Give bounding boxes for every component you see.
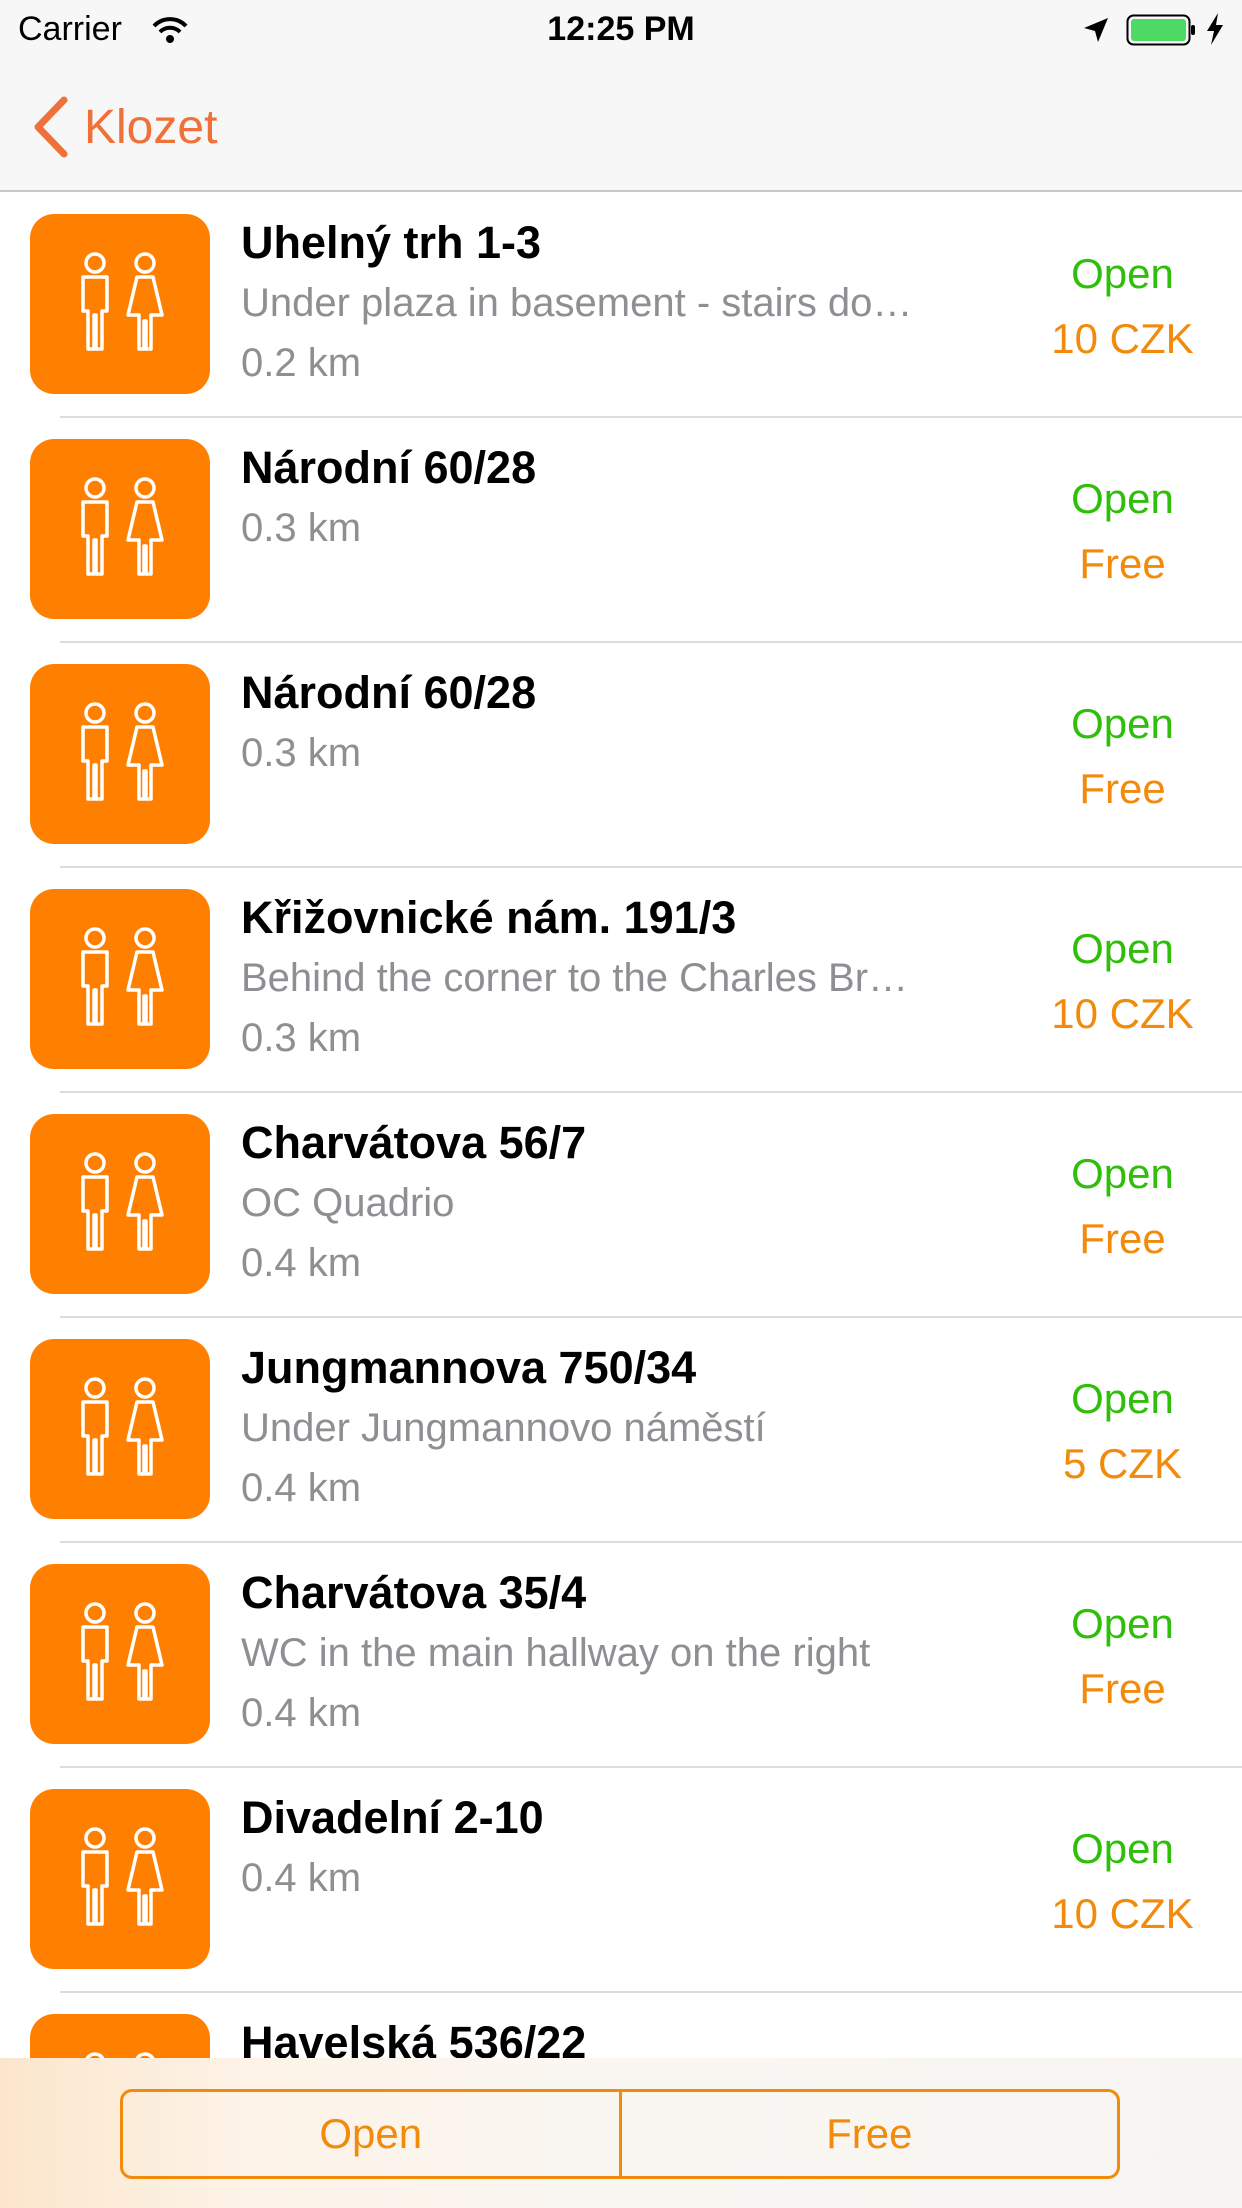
toilet-distance: 0.3 km xyxy=(241,1016,362,1060)
toilet-description: WC in the main hallway on the right xyxy=(241,1631,871,1675)
battery-icon xyxy=(1126,14,1195,46)
price-label: 5 CZK xyxy=(1062,1440,1183,1487)
open-status-label: Open xyxy=(1071,700,1174,747)
toilet-status: Open Free xyxy=(1020,1141,1225,1271)
open-status-label: Open xyxy=(1071,250,1174,297)
list-item[interactable]: Křižovnické nám. 191/3 Behind the corner … xyxy=(0,868,1242,1093)
filter-segmented-control: Open Free xyxy=(120,2089,1120,2179)
toilet-distance: 0.3 km xyxy=(241,506,362,550)
back-label: Klozet xyxy=(84,100,218,154)
list-item[interactable]: Charvátova 35/4 WC in the main hallway on… xyxy=(0,1543,1242,1768)
toilet-info: Jungmannova 750/34 Under Jungmannovo námě… xyxy=(241,1338,1011,1518)
price-label: 10 CZK xyxy=(1051,315,1194,362)
toilet-thumbnail xyxy=(30,1564,210,1744)
open-status-label: Open xyxy=(1071,1375,1174,1422)
toilet-info: Národní 60/28 0.3 km xyxy=(241,663,1011,783)
toilet-list: Uhelný trh 1-3 Under plaza in basement - … xyxy=(0,193,1242,2208)
toilet-status: Open Free xyxy=(1020,1591,1225,1721)
toilet-status: Open Free xyxy=(1020,691,1225,821)
toilet-address: Národní 60/28 xyxy=(241,442,537,493)
toilet-thumbnail xyxy=(30,664,210,844)
open-status-label: Open xyxy=(1071,1825,1174,1872)
restroom-icon xyxy=(81,1152,164,1251)
toilet-address: Charvátova 56/7 xyxy=(241,1117,587,1168)
toilet-address: Divadelní 2-10 xyxy=(241,1792,544,1843)
toilet-status: Open Free xyxy=(1020,466,1225,596)
toilet-info: Divadelní 2-10 0.4 km xyxy=(241,1788,1011,1908)
price-label: Free xyxy=(1079,540,1166,587)
open-status-label: Open xyxy=(1071,475,1174,522)
toilet-info: Charvátova 35/4 WC in the main hallway on… xyxy=(241,1563,1011,1743)
back-button[interactable]: Klozet xyxy=(30,92,217,162)
restroom-icon xyxy=(81,477,164,576)
list-item[interactable]: Charvátova 56/7 OC Quadrio 0.4 km Open Free xyxy=(0,1093,1242,1318)
open-status-label: Open xyxy=(1071,925,1174,972)
toilet-info: Charvátova 56/7 OC Quadrio 0.4 km xyxy=(241,1113,1011,1293)
filter-free-button[interactable]: Free xyxy=(618,2092,1118,2176)
toilet-description: Under Jungmannovo náměstí xyxy=(241,1406,766,1450)
price-label: Free xyxy=(1079,765,1166,812)
price-label: 10 CZK xyxy=(1051,990,1194,1037)
list-item[interactable]: Uhelný trh 1-3 Under plaza in basement - … xyxy=(0,193,1242,418)
toilet-status: Open 5 CZK xyxy=(1020,1366,1225,1496)
toilet-thumbnail xyxy=(30,214,210,394)
toilet-thumbnail xyxy=(30,1114,210,1294)
chevron-left-icon xyxy=(34,96,68,158)
restroom-icon xyxy=(81,927,164,1026)
bolt-icon xyxy=(1207,13,1223,45)
toilet-address: Křižovnické nám. 191/3 xyxy=(241,892,737,943)
toilet-description: Under plaza in basement - stairs do… xyxy=(241,281,913,325)
restroom-icon xyxy=(81,1827,164,1926)
toilet-address: Národní 60/28 xyxy=(241,667,537,718)
toilet-info: Národní 60/28 0.3 km xyxy=(241,438,1011,558)
filter-bar: Open Free xyxy=(0,2058,1242,2208)
toilet-status: Open 10 CZK xyxy=(1020,1816,1225,1946)
price-label: 10 CZK xyxy=(1051,1890,1194,1937)
toilet-thumbnail xyxy=(30,1789,210,1969)
restroom-icon xyxy=(81,702,164,801)
restroom-icon xyxy=(81,1377,164,1476)
toilet-status: Open 10 CZK xyxy=(1020,916,1225,1046)
toilet-distance: 0.3 km xyxy=(241,731,362,775)
toilet-description: Behind the corner to the Charles Br… xyxy=(241,956,909,1000)
list-item[interactable]: Národní 60/28 0.3 km Open Free xyxy=(0,418,1242,643)
toilet-address: Jungmannova 750/34 xyxy=(241,1342,697,1393)
open-status-label: Open xyxy=(1071,1150,1174,1197)
price-label: Free xyxy=(1079,1665,1166,1712)
restroom-icon xyxy=(81,1602,164,1701)
toilet-status: Open 10 CZK xyxy=(1020,241,1225,371)
navigation-bar: Klozet xyxy=(0,60,1242,192)
list-item[interactable]: Národní 60/28 0.3 km Open Free xyxy=(0,643,1242,868)
toilet-address: Uhelný trh 1-3 xyxy=(241,217,542,268)
toilet-thumbnail xyxy=(30,889,210,1069)
toilet-distance: 0.4 km xyxy=(241,1241,362,1285)
location-arrow-icon xyxy=(1084,18,1108,42)
toilet-thumbnail xyxy=(30,1339,210,1519)
toilet-address: Charvátova 35/4 xyxy=(241,1567,587,1618)
list-item[interactable]: Divadelní 2-10 0.4 km Open 10 CZK xyxy=(0,1768,1242,1993)
toilet-distance: 0.4 km xyxy=(241,1466,362,1510)
toilet-info: Křižovnické nám. 191/3 Behind the corner … xyxy=(241,888,1011,1068)
filter-open-button[interactable]: Open xyxy=(123,2092,619,2176)
toilet-distance: 0.4 km xyxy=(241,1691,362,1735)
restroom-icon xyxy=(81,252,164,351)
clock: 12:25 PM xyxy=(547,10,695,48)
price-label: Free xyxy=(1079,1215,1166,1262)
list-item[interactable]: Jungmannova 750/34 Under Jungmannovo námě… xyxy=(0,1318,1242,1543)
toilet-thumbnail xyxy=(30,439,210,619)
status-bar: Carrier 12:25 PM xyxy=(0,0,1242,60)
toilet-distance: 0.2 km xyxy=(241,341,362,385)
toilet-info: Uhelný trh 1-3 Under plaza in basement - … xyxy=(241,213,1011,393)
open-status-label: Open xyxy=(1071,1600,1174,1647)
toilet-description: OC Quadrio xyxy=(241,1181,455,1225)
toilet-distance: 0.4 km xyxy=(241,1856,362,1900)
